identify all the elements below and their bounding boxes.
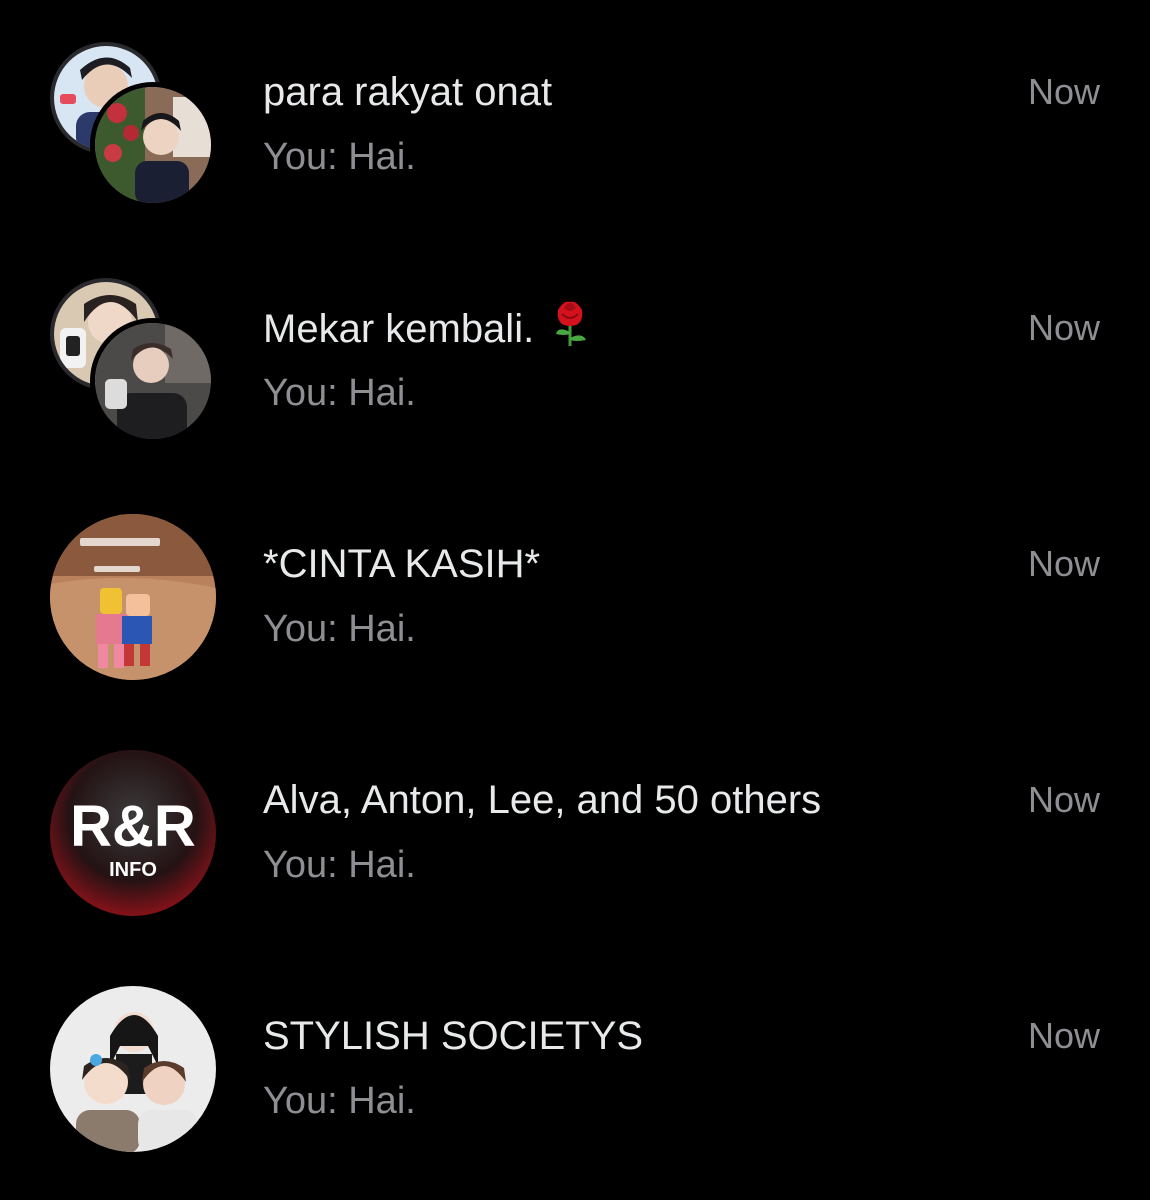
- conversation-row-group-53-members[interactable]: R&R INFO Alva, Anton, Lee, and 50 others…: [0, 708, 1150, 944]
- conversation-title: para rakyat onat: [263, 70, 553, 114]
- logo-subtext: INFO: [109, 859, 157, 881]
- logo-avatar[interactable]: R&R INFO: [50, 750, 216, 916]
- timestamp: Now: [1027, 71, 1100, 112]
- conversation-title: STYLISH SOCIETYS: [263, 1014, 644, 1058]
- rose-emoji-icon: [548, 296, 592, 359]
- conversation-row-stylish-societys[interactable]: STYLISH SOCIETYS You: Hai. Now: [0, 944, 1150, 1180]
- group-avatar[interactable]: [48, 276, 220, 446]
- last-message-preview: You: Hai.: [263, 372, 416, 414]
- conversation-title: *CINTA KASIH*: [263, 542, 541, 586]
- avatar-photo-front: [90, 82, 216, 208]
- conversation-title: Mekar kembali.: [263, 301, 592, 359]
- conversation-row-para-rakyat-onat[interactable]: para rakyat onat You: Hai. Now: [0, 0, 1150, 236]
- timestamp: Now: [1027, 307, 1100, 348]
- conversation-title-text: Mekar kembali.: [263, 307, 535, 352]
- conversation-list: para rakyat onat You: Hai. Now Mekar kem…: [0, 0, 1150, 1200]
- last-message-preview: You: Hai.: [263, 844, 416, 886]
- timestamp: Now: [1027, 779, 1100, 820]
- logo-text: R&R: [70, 794, 196, 859]
- timestamp: Now: [1027, 543, 1100, 584]
- group-photo-avatar[interactable]: [50, 986, 216, 1152]
- conversation-row-mekar-kembali[interactable]: Mekar kembali. You: Hai. Now: [0, 236, 1150, 472]
- avatar-photo-front: [90, 318, 216, 444]
- conversation-title: Alva, Anton, Lee, and 50 others: [263, 778, 822, 822]
- last-message-preview: You: Hai.: [263, 136, 416, 178]
- last-message-preview: You: Hai.: [263, 608, 416, 650]
- group-avatar[interactable]: [48, 40, 220, 210]
- game-screenshot-avatar[interactable]: [50, 514, 216, 680]
- conversation-row-cinta-kasih[interactable]: *CINTA KASIH* You: Hai. Now: [0, 472, 1150, 708]
- last-message-preview: You: Hai.: [263, 1080, 416, 1122]
- timestamp: Now: [1027, 1015, 1100, 1056]
